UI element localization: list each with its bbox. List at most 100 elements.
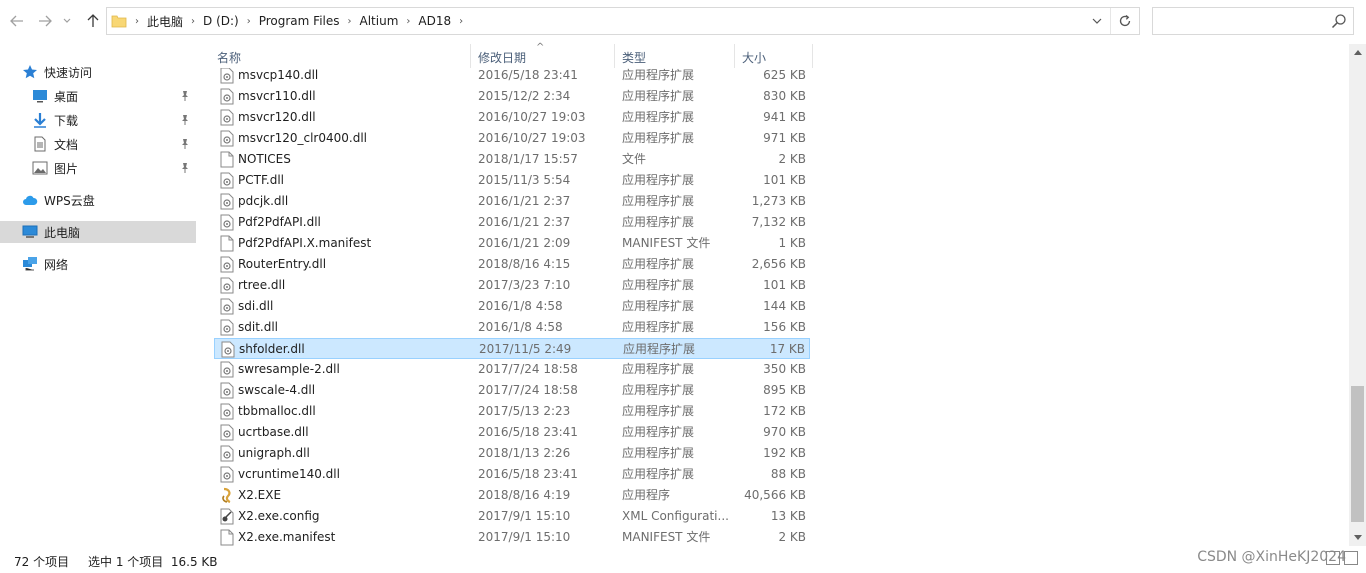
chevron-right-icon[interactable]: › (135, 16, 139, 27)
file-row[interactable]: X2.exe.config 2017/9/1 15:10 XML Configura… (214, 506, 810, 527)
breadcrumb-ad18[interactable]: AD18 (418, 14, 451, 28)
file-row[interactable]: Pdf2PdfAPI.X.manifest 2016/1/21 2:09 MANIF… (214, 233, 810, 254)
file-row[interactable]: shfolder.dll 2017/11/5 2:49 应用程序扩展 17 KB (214, 338, 810, 359)
file-type: 应用程序扩展 (622, 446, 695, 460)
file-row[interactable]: vcruntime140.dll 2016/5/18 23:41 应用程序扩展 88 … (214, 464, 810, 485)
file-row[interactable]: RouterEntry.dll 2018/8/16 4:15 应用程序扩展 2,656… (214, 254, 810, 275)
dll-icon (220, 130, 234, 147)
file-icon (220, 235, 234, 252)
file-name: PCTF.dll (238, 173, 285, 187)
pin-icon[interactable] (180, 114, 190, 126)
breadcrumb-altium[interactable]: Altium (360, 14, 399, 28)
file-date: 2016/5/18 23:41 (478, 467, 578, 481)
nav-item-network[interactable]: 网络 (22, 253, 196, 275)
column-divider[interactable] (812, 44, 813, 68)
triangle-down-icon (1353, 535, 1362, 540)
search-input[interactable] (1152, 7, 1354, 35)
chevron-right-icon[interactable]: › (406, 16, 410, 27)
arrow-up-icon (87, 14, 99, 27)
column-header-size[interactable]: 大小 (742, 44, 766, 68)
file-date: 2017/3/23 7:10 (478, 278, 571, 292)
file-row[interactable]: msvcr120.dll 2016/10/27 19:03 应用程序扩展 941 KB (214, 107, 810, 128)
file-row[interactable]: tbbmalloc.dll 2017/5/13 2:23 应用程序扩展 172 KB (214, 401, 810, 422)
scrollbar-thumb[interactable] (1351, 386, 1364, 522)
forward-button[interactable] (34, 10, 56, 32)
column-divider[interactable] (614, 44, 615, 68)
recent-locations-button[interactable] (60, 10, 74, 32)
pin-icon[interactable] (180, 90, 190, 102)
column-divider[interactable] (734, 44, 735, 68)
file-type: 应用程序扩展 (622, 215, 695, 229)
breadcrumb-this-pc[interactable]: 此电脑 (147, 13, 183, 30)
file-row[interactable]: X2.EXE 2018/8/16 4:19 应用程序 40,566 KB (214, 485, 810, 506)
file-name: msvcr120.dll (238, 110, 316, 124)
nav-item-this-pc[interactable]: 此电脑 (0, 221, 196, 243)
file-size: 172 KB (763, 404, 806, 418)
chevron-right-icon[interactable]: › (348, 16, 352, 27)
chevron-right-icon[interactable]: › (191, 16, 195, 27)
file-type: 应用程序扩展 (623, 342, 696, 356)
file-date: 2018/1/13 2:26 (478, 446, 571, 460)
file-row[interactable]: msvcp140.dll 2016/5/18 23:41 应用程序扩展 625 KB (214, 68, 810, 86)
chevron-right-icon[interactable]: › (247, 16, 251, 27)
nav-item-desktop[interactable]: 桌面 (32, 85, 196, 107)
file-row[interactable]: sdit.dll 2016/1/8 4:58 应用程序扩展 156 KB (214, 317, 810, 338)
file-date: 2017/9/1 15:10 (478, 530, 571, 544)
file-type: MANIFEST 文件 (622, 236, 711, 250)
selection-info: 选中 1 个项目 16.5 KB (88, 555, 218, 569)
dll-icon (220, 214, 234, 231)
picture-icon (32, 161, 48, 175)
file-row[interactable]: PCTF.dll 2015/11/3 5:54 应用程序扩展 101 KB (214, 170, 810, 191)
breadcrumb-program-files[interactable]: Program Files (259, 14, 340, 28)
file-size: 192 KB (763, 446, 806, 460)
pin-icon[interactable] (180, 162, 190, 174)
vertical-scrollbar[interactable] (1349, 44, 1366, 546)
column-header-name[interactable]: 名称 (217, 44, 241, 68)
details-view-icon[interactable] (1326, 551, 1340, 565)
file-row[interactable]: unigraph.dll 2018/1/13 2:26 应用程序扩展 192 KB (214, 443, 810, 464)
nav-item-downloads[interactable]: 下载 (32, 109, 196, 131)
nav-item-documents[interactable]: 文档 (32, 133, 196, 155)
file-row[interactable]: msvcr120_clr0400.dll 2016/10/27 19:03 应用程序… (214, 128, 810, 149)
file-row[interactable]: rtree.dll 2017/3/23 7:10 应用程序扩展 101 KB (214, 275, 810, 296)
file-date: 2016/5/18 23:41 (478, 68, 578, 82)
file-row[interactable]: pdcjk.dll 2016/1/21 2:37 应用程序扩展 1,273 KB (214, 191, 810, 212)
nav-quick-access[interactable]: 快速访问 (22, 61, 196, 83)
address-bar[interactable]: › 此电脑 › D (D:) › Program Files › Altium … (106, 7, 1140, 35)
file-row[interactable]: swresample-2.dll 2017/7/24 18:58 应用程序扩展 350… (214, 359, 810, 380)
up-button[interactable] (82, 10, 104, 32)
file-size: 13 KB (770, 509, 806, 523)
config-icon (220, 508, 234, 525)
chevron-right-icon[interactable]: › (459, 16, 463, 27)
column-header-type[interactable]: 类型 (622, 44, 646, 68)
file-size: 941 KB (763, 110, 806, 124)
breadcrumb-drive[interactable]: D (D:) (203, 14, 239, 28)
file-type: 应用程序扩展 (622, 299, 695, 313)
nav-item-pictures[interactable]: 图片 (32, 157, 196, 179)
refresh-button[interactable] (1110, 8, 1139, 34)
scroll-up-button[interactable] (1349, 44, 1366, 61)
item-count: 72 个项目 (14, 555, 70, 569)
file-name: pdcjk.dll (238, 194, 289, 208)
file-row[interactable]: sdi.dll 2016/1/8 4:58 应用程序扩展 144 KB (214, 296, 810, 317)
file-row[interactable]: swscale-4.dll 2017/7/24 18:58 应用程序扩展 895 KB (214, 380, 810, 401)
nav-item-wps-cloud[interactable]: WPS云盘 (22, 189, 196, 211)
dll-icon (220, 109, 234, 126)
column-divider[interactable] (470, 44, 471, 68)
file-type: 应用程序扩展 (622, 110, 695, 124)
file-name: ucrtbase.dll (238, 425, 309, 439)
pin-icon[interactable] (180, 138, 190, 150)
large-icons-view-icon[interactable] (1344, 551, 1358, 565)
scroll-down-button[interactable] (1349, 529, 1366, 546)
file-row[interactable]: ucrtbase.dll 2016/5/18 23:41 应用程序扩展 970 KB (214, 422, 810, 443)
back-button[interactable] (6, 10, 28, 32)
address-history-dropdown[interactable] (1085, 8, 1109, 34)
file-name: NOTICES (238, 152, 291, 166)
dll-icon (220, 403, 234, 420)
file-row[interactable]: X2.exe.manifest 2017/9/1 15:10 MANIFEST 文件… (214, 527, 810, 546)
file-row[interactable]: NOTICES 2018/1/17 15:57 文件 2 KB (214, 149, 810, 170)
column-header-date[interactable]: 修改日期 (478, 44, 526, 68)
file-row[interactable]: Pdf2PdfAPI.dll 2016/1/21 2:37 应用程序扩展 7,132 … (214, 212, 810, 233)
file-row[interactable]: msvcr110.dll 2015/12/2 2:34 应用程序扩展 830 KB (214, 86, 810, 107)
file-name: RouterEntry.dll (238, 257, 327, 271)
